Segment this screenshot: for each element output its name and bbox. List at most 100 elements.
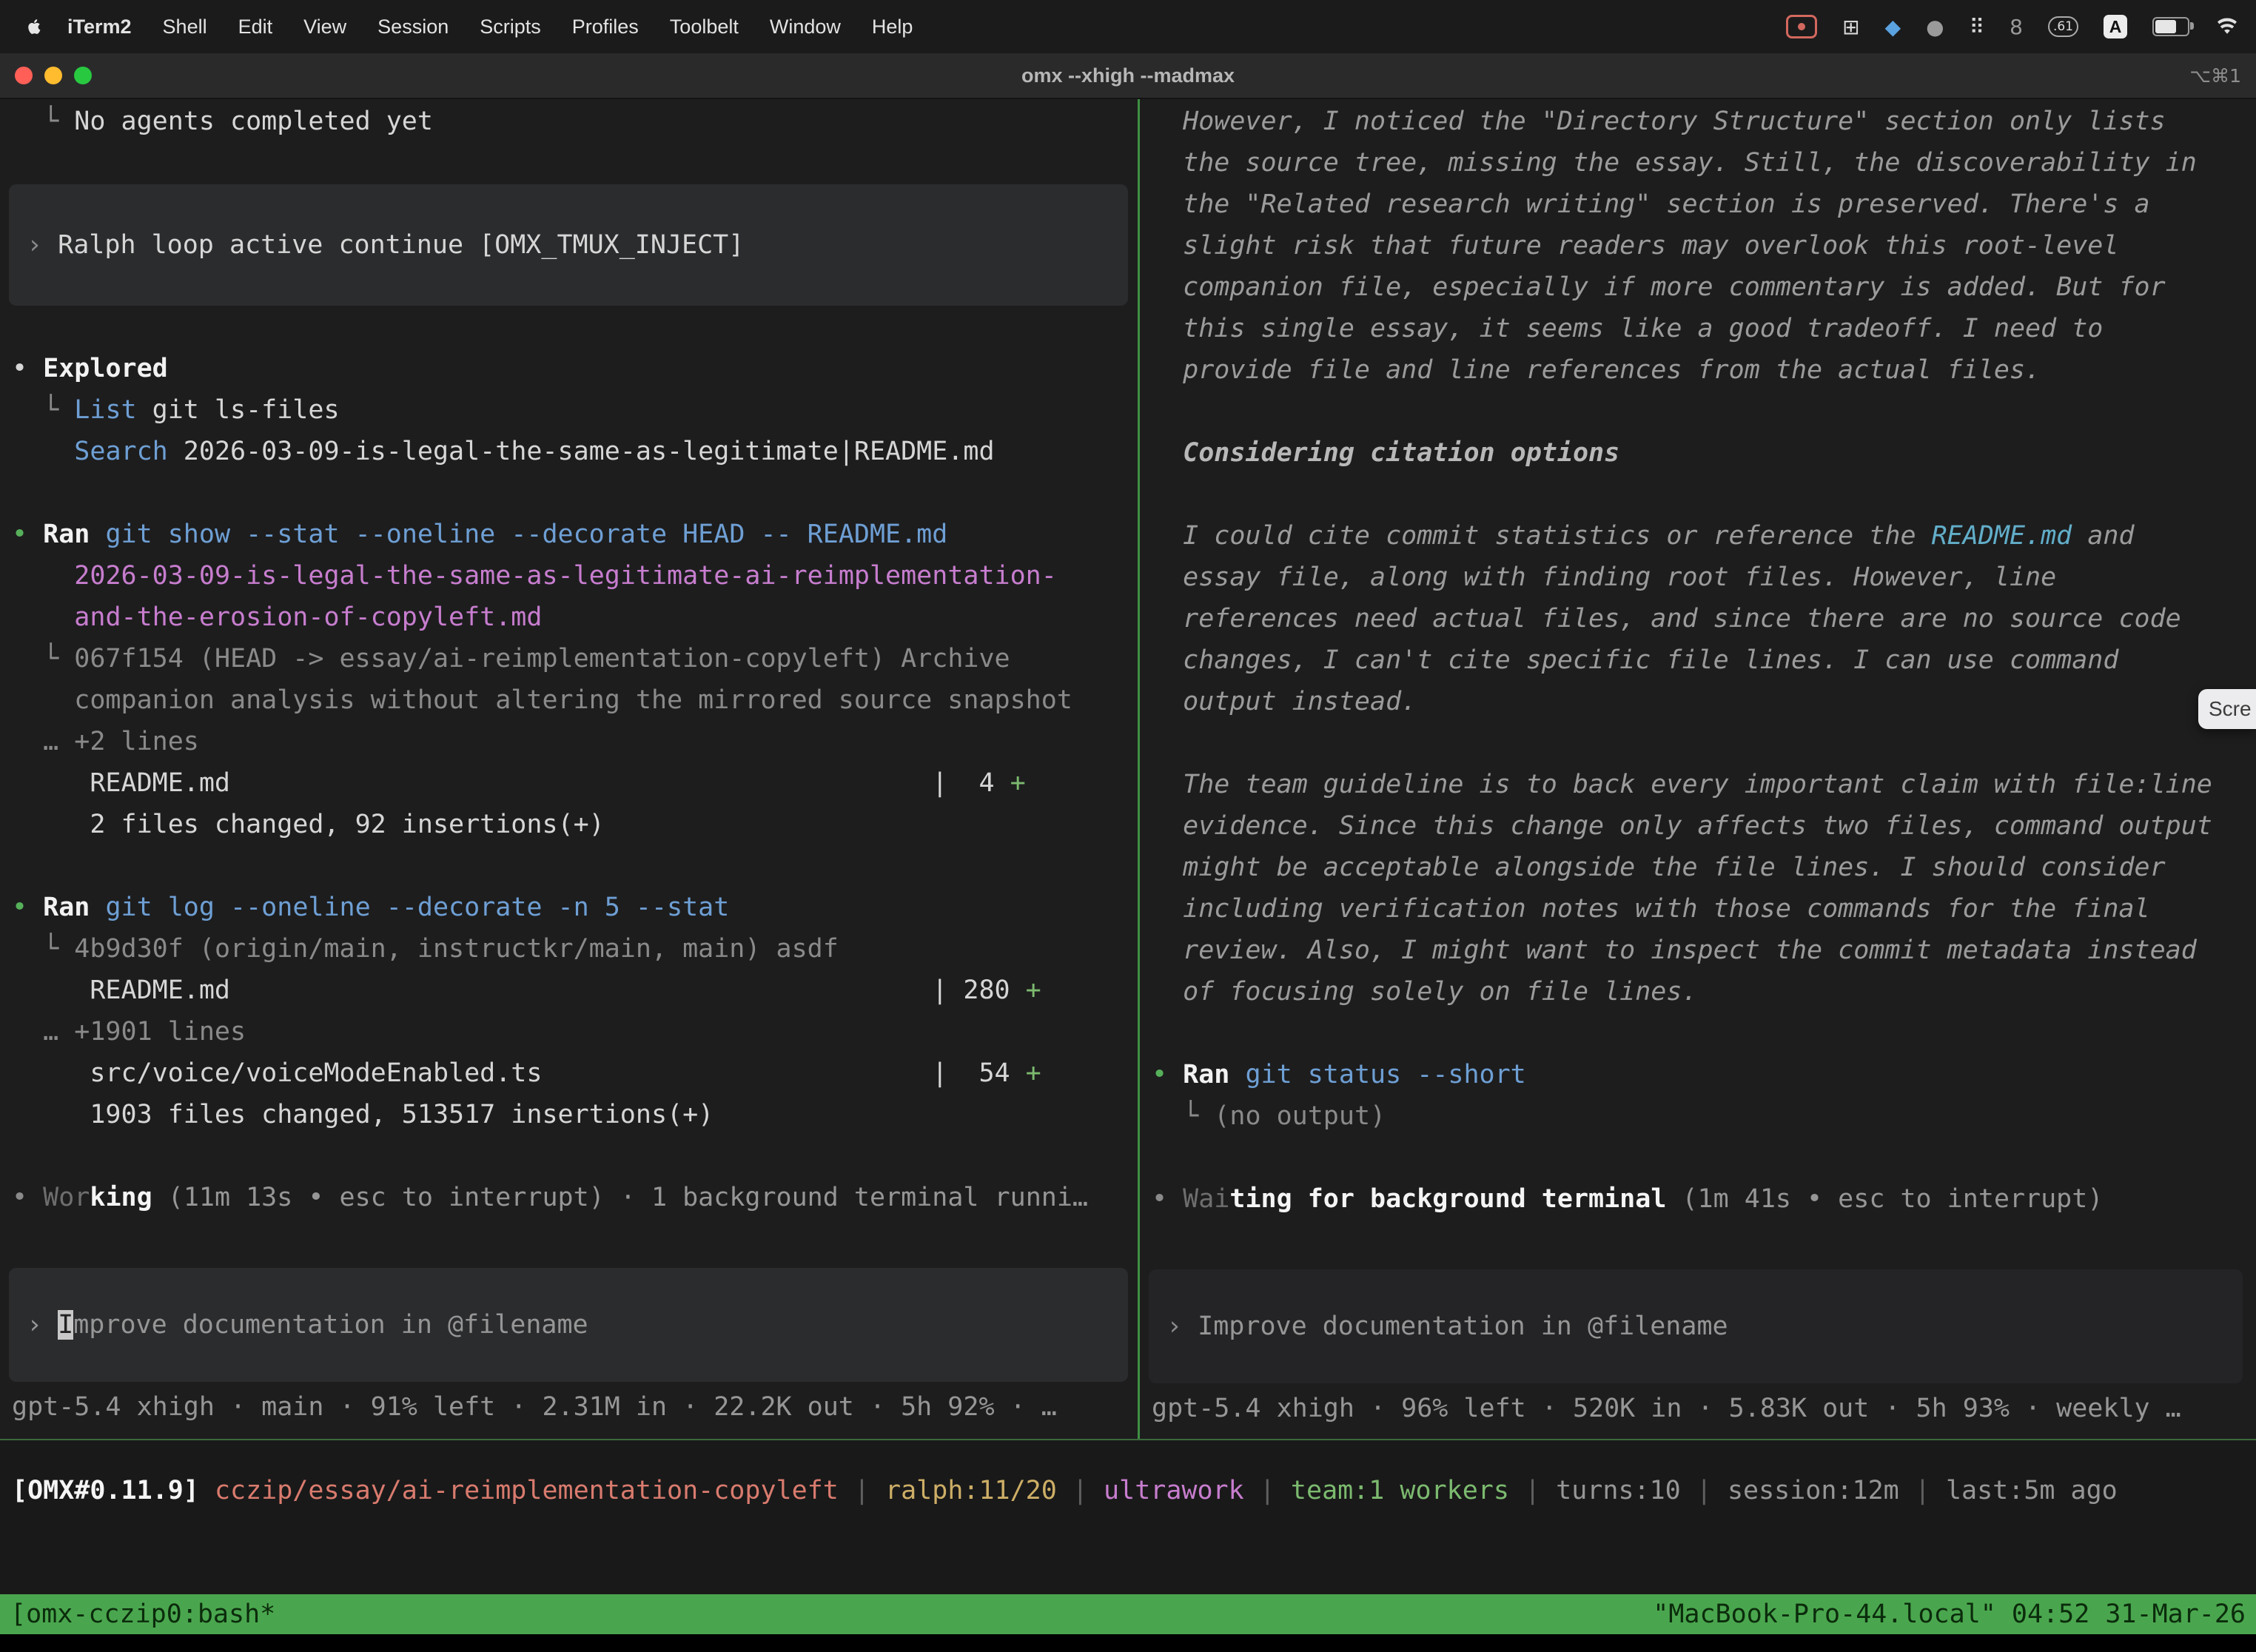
terminal-line: references need actual files, and since …	[1152, 598, 2256, 639]
terminal-line: companion file, especially if more comme…	[1152, 266, 2256, 308]
menu-edit[interactable]: Edit	[223, 16, 289, 38]
screen-tooltip-label: Scre	[2209, 697, 2252, 721]
terminal-line: └ No agents completed yet	[12, 101, 1138, 142]
text-segment	[90, 520, 105, 549]
spacer	[12, 142, 1138, 184]
text-segment: Ran	[43, 520, 90, 549]
terminal-line: • Ran git status --short	[1152, 1054, 2256, 1095]
close-window-button[interactable]	[15, 67, 33, 84]
circle-app-icon[interactable]: ●	[1926, 15, 1944, 39]
menu-help[interactable]: Help	[856, 16, 929, 38]
text-segment: +	[1026, 976, 1041, 1005]
menu-scripts[interactable]: Scripts	[464, 16, 557, 38]
screen-tooltip[interactable]: Scre	[2198, 689, 2256, 729]
terminal-line	[1152, 391, 2256, 432]
input-source-icon[interactable]: A	[2104, 15, 2127, 38]
spacer	[12, 306, 1138, 348]
text-segment: However, I noticed the "Directory Struct…	[1152, 107, 2166, 136]
wifi-icon[interactable]	[2215, 17, 2240, 36]
text-segment: essay file, along with finding root file…	[1152, 563, 2056, 592]
prompt-input-line: › Improve documentation in @filename	[27, 1304, 1128, 1346]
terminal-line: README.md | 4 +	[12, 762, 1138, 804]
terminal-line: └ (no output)	[1152, 1095, 2256, 1137]
menu-view[interactable]: View	[288, 16, 362, 38]
text-segment: Improve documentation in @filename	[1198, 1312, 1728, 1341]
terminal-line: • Explored	[12, 348, 1138, 389]
terminal-line: src/voice/voiceModeEnabled.ts | 54 +	[12, 1052, 1138, 1094]
text-segment: (no output)	[1214, 1101, 1386, 1131]
text-segment: king	[90, 1183, 152, 1212]
omx-status-area: [OMX#0.11.9] cczip/essay/ai-reimplementa…	[0, 1440, 2256, 1594]
terminal-line: provide file and line references from th…	[1152, 349, 2256, 391]
terminal-line: and-the-erosion-of-copyleft.md	[12, 597, 1138, 638]
screen-recording-indicator-icon[interactable]	[1786, 15, 1817, 38]
terminal-line	[12, 472, 1138, 514]
text-segment: ultrawork	[1104, 1476, 1244, 1505]
text-segment: |	[1509, 1476, 1556, 1505]
menu-shell[interactable]: Shell	[147, 16, 223, 38]
terminal-line: changes, I can't cite specific file line…	[1152, 639, 2256, 681]
terminal-window: └ No agents completed yet› Ralph loop ac…	[0, 99, 2256, 1439]
menu-bar: iTerm2ShellEditViewSessionScriptsProfile…	[0, 0, 2256, 53]
text-segment: git log --oneline --decorate -n 5 --stat	[105, 893, 729, 922]
text-segment: •	[1152, 1060, 1183, 1089]
minimize-window-button[interactable]	[44, 67, 62, 84]
terminal-line: └ 4b9d30f (origin/main, instructkr/main,…	[12, 928, 1138, 970]
text-segment: (11m 13s • esc to interrupt) · 1 backgro…	[152, 1183, 1088, 1212]
text-segment	[12, 561, 74, 591]
text-segment: [OMX#0.11.9]	[12, 1476, 215, 1505]
text-segment: the source tree, missing the essay. Stil…	[1152, 148, 2197, 178]
keyboard-app-icon[interactable]: 8	[2010, 15, 2023, 39]
prompt-input[interactable]: › Improve documentation in @filename	[1149, 1269, 2243, 1383]
text-segment: README.md | 4	[12, 768, 1010, 798]
battery-icon[interactable]	[2152, 17, 2189, 36]
menu-profiles[interactable]: Profiles	[557, 16, 654, 38]
text-segment: •	[12, 354, 43, 383]
text-segment: git show --stat --oneline --decorate HEA…	[105, 520, 947, 549]
text-segment: +	[1026, 1058, 1041, 1088]
text-segment: 2026-03-09-is-legal-the-same-as-legitima…	[168, 437, 995, 466]
model-status-line: gpt-5.4 xhigh · main · 91% left · 2.31M …	[12, 1386, 1138, 1428]
raycast-app-icon[interactable]: ◆	[1885, 15, 1901, 39]
prompt-input[interactable]: › Improve documentation in @filename	[9, 1268, 1128, 1382]
tmux-host-clock-label: "MacBook-Pro-44.local" 04:52 31-Mar-26	[1653, 1599, 2246, 1629]
left-terminal-pane[interactable]: └ No agents completed yet› Ralph loop ac…	[0, 99, 1138, 1439]
terminal-line: Search 2026-03-09-is-legal-the-same-as-l…	[12, 431, 1138, 472]
text-segment: └	[12, 644, 74, 674]
thinking-heading: Considering citation options	[1152, 432, 2256, 474]
text-segment: team:1 workers	[1291, 1476, 1509, 1505]
grid-app-icon[interactable]: ⊞	[1842, 15, 1859, 39]
text-segment: might be acceptable alongside the file l…	[1152, 853, 2166, 882]
text-segment: src/voice/voiceModeEnabled.ts | 54	[12, 1058, 1026, 1088]
terminal-line: • Ran git log --oneline --decorate -n 5 …	[12, 887, 1138, 928]
terminal-line	[12, 1135, 1138, 1177]
terminal-line: essay file, along with finding root file…	[1152, 557, 2256, 598]
menu-session[interactable]: Session	[362, 16, 464, 38]
dots-grid-icon[interactable]: ⠿	[1970, 15, 1985, 39]
terminal-line	[1152, 474, 2256, 515]
apple-menu-icon[interactable]	[25, 16, 44, 38]
text-segment: references need actual files, and since …	[1152, 604, 2181, 634]
text-segment: |	[1899, 1476, 1946, 1505]
menu-window[interactable]: Window	[754, 16, 856, 38]
text-segment	[12, 437, 74, 466]
terminal-line: 2 files changed, 92 insertions(+)	[12, 804, 1138, 845]
terminal-line: the source tree, missing the essay. Stil…	[1152, 142, 2256, 184]
menu-toolbelt[interactable]: Toolbelt	[654, 16, 754, 38]
text-segment: of focusing solely on file lines.	[1152, 977, 1698, 1007]
text-segment: ›	[1166, 1312, 1198, 1341]
zoom-window-button[interactable]	[74, 67, 92, 84]
text-segment: ›	[27, 1310, 58, 1340]
text-segment: └	[1152, 1101, 1214, 1131]
menu-iterm2[interactable]: iTerm2	[52, 16, 147, 38]
text-segment: last:5m ago	[1946, 1476, 2118, 1505]
text-segment: └	[12, 107, 74, 136]
text-segment	[12, 602, 74, 632]
battery-gauge-icon[interactable]: .61	[2048, 16, 2078, 37]
right-terminal-pane[interactable]: However, I noticed the "Directory Struct…	[1140, 99, 2256, 1439]
window-title: omx --xhigh --madmax	[0, 64, 2256, 87]
terminal-line: └ List git ls-files	[12, 389, 1138, 431]
text-segment: mprove documentation in @filename	[73, 1310, 588, 1340]
text-segment: └	[12, 395, 74, 425]
terminal-line: The team guideline is to back every impo…	[1152, 764, 2256, 805]
